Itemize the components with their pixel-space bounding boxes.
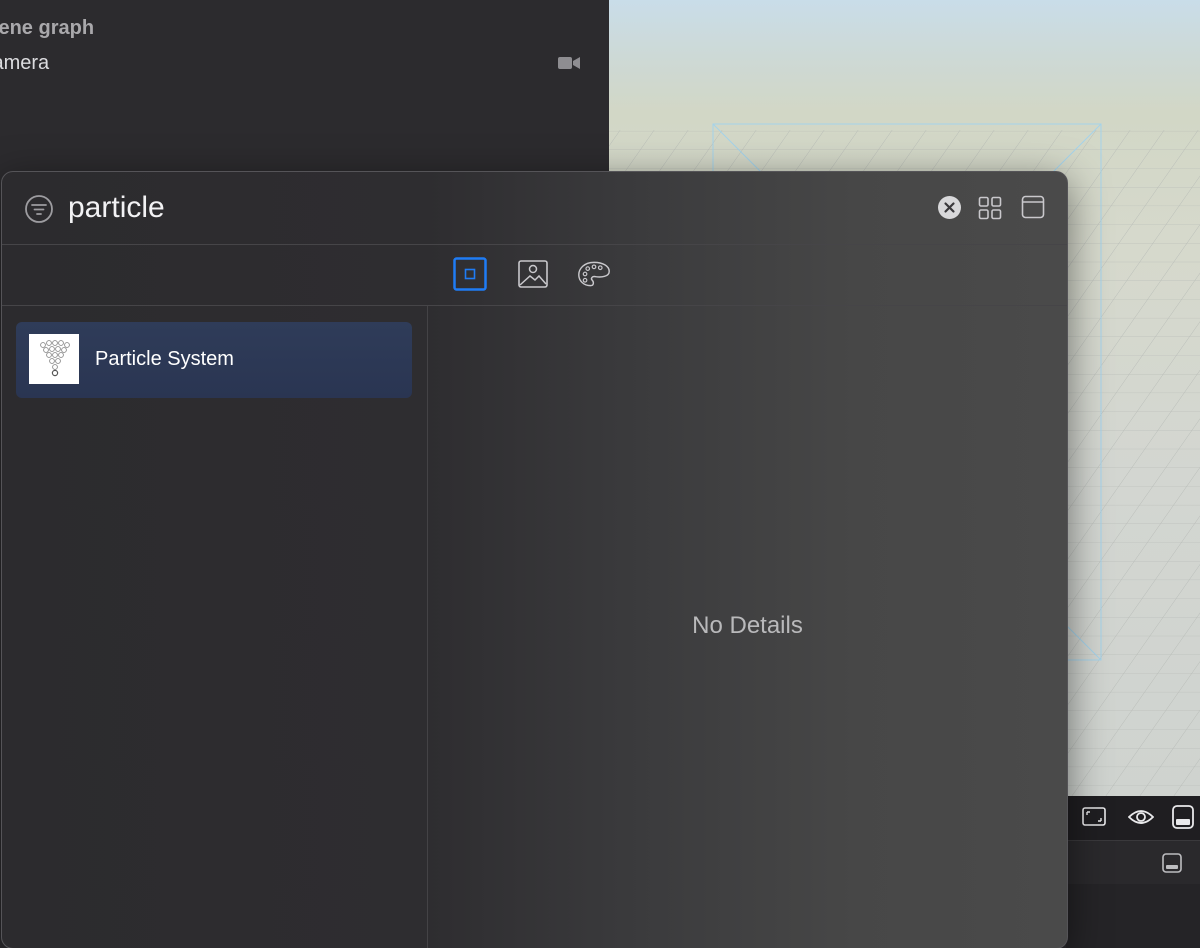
tab-media[interactable] xyxy=(516,257,550,291)
list-item[interactable]: Particle System xyxy=(16,322,412,398)
scene-graph-title: Scene graph xyxy=(0,17,95,39)
square-icon xyxy=(453,257,487,291)
scene-graph-item-label: Camera xyxy=(0,52,50,74)
list-item-label: Particle System xyxy=(95,348,234,370)
clear-search-button[interactable] xyxy=(938,196,961,219)
tab-materials[interactable] xyxy=(577,257,611,291)
library-search-bar xyxy=(2,172,1067,245)
camera-icon xyxy=(558,57,580,69)
panel-toggle-icon[interactable] xyxy=(1172,805,1194,829)
palette-icon xyxy=(578,261,610,287)
grid-view-icon[interactable] xyxy=(978,196,1002,220)
empty-state-text: No Details xyxy=(692,612,803,639)
clear-icon xyxy=(944,202,955,213)
app-window: Scene graph Camera xyxy=(0,0,1200,948)
inspector-header xyxy=(1066,840,1200,885)
particle-system-icon xyxy=(29,334,79,384)
frame-icon[interactable] xyxy=(1082,806,1106,828)
eye-icon[interactable] xyxy=(1128,806,1154,828)
viewport-toolbar xyxy=(1066,796,1200,840)
tab-objects[interactable] xyxy=(453,257,487,291)
window-icon[interactable] xyxy=(1021,195,1045,219)
filter-icon[interactable] xyxy=(24,194,54,224)
scene-graph-item-camera[interactable]: Camera xyxy=(0,52,49,75)
library-details-pane: No Details xyxy=(428,306,1067,948)
inspector-body xyxy=(1066,884,1200,948)
library-search-input[interactable] xyxy=(68,186,888,230)
panel-toggle-icon[interactable] xyxy=(1162,853,1182,873)
library-category-tabs xyxy=(2,245,1067,306)
library-panel: Particle System No Details xyxy=(1,171,1068,948)
image-icon xyxy=(518,260,548,288)
library-results-list: Particle System xyxy=(2,306,428,948)
